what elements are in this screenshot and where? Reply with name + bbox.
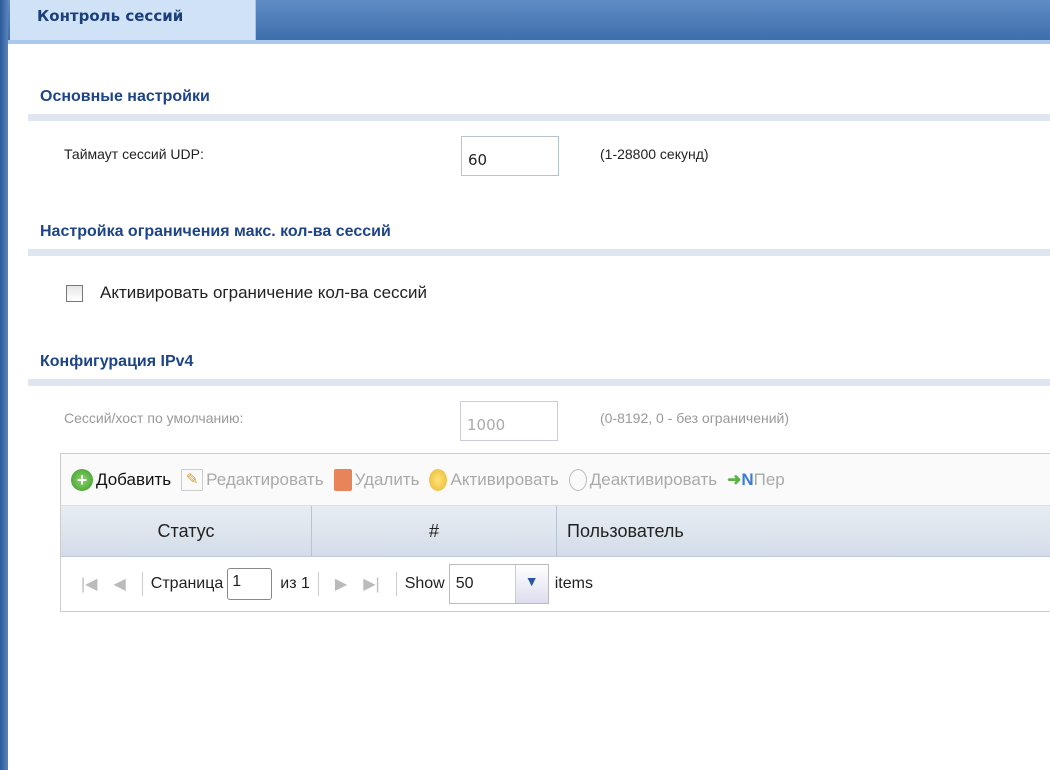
separator <box>395 572 397 596</box>
tab-session-control[interactable]: Контроль сессий <box>10 0 256 40</box>
grid-header: Статус # Пользователь <box>61 506 1050 557</box>
last-page-icon[interactable]: ▶| <box>363 574 379 594</box>
section-limit-title: Настройка ограничения макс. кол-ва сесси… <box>40 223 391 240</box>
per-page-select[interactable]: 50 ▼ <box>448 564 549 604</box>
bulb-on-icon <box>429 468 448 491</box>
activate-button[interactable]: Активировать <box>429 468 559 491</box>
separator <box>141 572 143 596</box>
column-status[interactable]: Статус <box>61 506 312 556</box>
per-page-value: 50 <box>455 575 474 592</box>
sessions-grid: + Добавить ✎ Редактировать Удалить Активир… <box>60 453 1050 612</box>
separator <box>317 572 319 596</box>
edit-button[interactable]: ✎ Редактировать <box>181 468 324 491</box>
deactivate-button[interactable]: Деактивировать <box>568 468 718 491</box>
pager: |◀ ◀ Страница 1 из 1 ▶ ▶| Show 50 ▼ items <box>61 557 1050 611</box>
chevron-down-icon[interactable]: ▼ <box>514 565 548 603</box>
bulb-off-icon <box>568 468 587 491</box>
udp-timeout-input[interactable]: 60 <box>461 136 559 176</box>
deactivate-label: Деактивировать <box>589 469 718 489</box>
move-label: Пер <box>753 469 785 489</box>
first-page-icon[interactable]: |◀ <box>81 574 97 594</box>
divider <box>28 114 1050 121</box>
default-sessions-label: Сессий/хост по умолчанию: <box>64 410 244 426</box>
divider <box>28 379 1050 386</box>
section-basic-title: Основные настройки <box>40 88 210 105</box>
move-n-icon: N <box>741 469 754 489</box>
items-label: items <box>554 575 593 592</box>
udp-timeout-label: Таймаут сессий UDP: <box>64 146 204 162</box>
edit-label: Редактировать <box>206 469 324 489</box>
activate-label: Активировать <box>450 469 559 489</box>
left-frame <box>0 0 8 770</box>
page-label: Страница <box>150 575 224 592</box>
add-button[interactable]: + Добавить <box>71 468 172 491</box>
default-sessions-hint: (0-8192, 0 - без ограничений) <box>600 410 790 426</box>
trash-icon <box>333 468 352 491</box>
delete-button[interactable]: Удалить <box>333 468 420 491</box>
limit-sessions-label[interactable]: Активировать ограничение кол-ва сессий <box>100 283 427 303</box>
page-count: из 1 <box>280 575 310 592</box>
add-label: Добавить <box>96 469 172 489</box>
page-input[interactable]: 1 <box>227 568 273 600</box>
add-icon: + <box>71 468 93 491</box>
next-page-icon[interactable]: ▶ <box>335 574 347 594</box>
tab-underline <box>8 40 1050 44</box>
move-button[interactable]: ➜ N Пер <box>727 470 785 490</box>
default-sessions-input[interactable]: 1000 <box>460 401 558 441</box>
move-arrow-icon: ➜ <box>727 469 742 489</box>
section-ipv4-title: Конфигурация IPv4 <box>40 353 194 370</box>
delete-label: Удалить <box>354 469 420 489</box>
limit-sessions-checkbox[interactable] <box>66 285 83 302</box>
divider <box>28 249 1050 256</box>
column-number[interactable]: # <box>312 506 557 556</box>
column-user[interactable]: Пользователь <box>557 506 1050 556</box>
edit-icon: ✎ <box>181 468 204 491</box>
prev-page-icon[interactable]: ◀ <box>113 574 125 594</box>
udp-timeout-hint: (1-28800 секунд) <box>600 146 709 162</box>
grid-toolbar: + Добавить ✎ Редактировать Удалить Активир… <box>61 454 1050 506</box>
show-label: Show <box>404 575 445 592</box>
